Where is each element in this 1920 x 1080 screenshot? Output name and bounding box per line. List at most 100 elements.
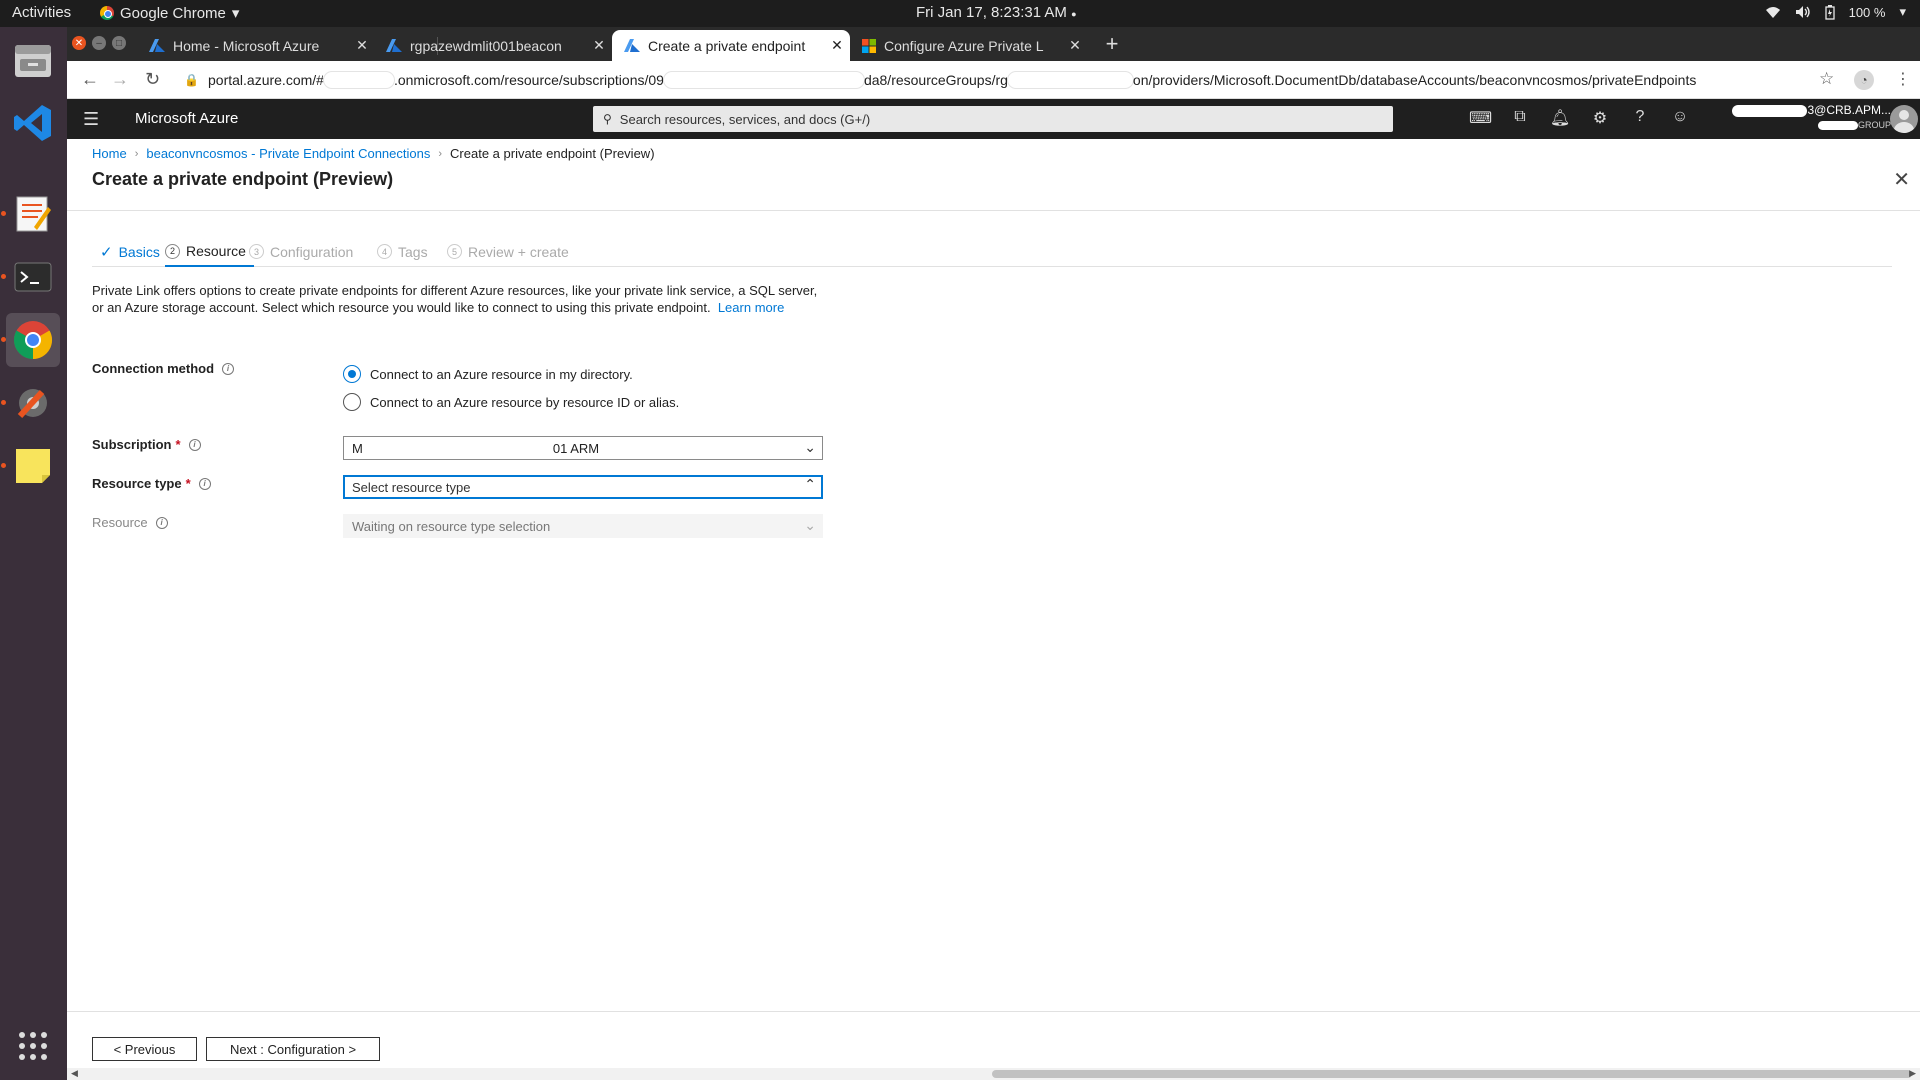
breadcrumb-private-endpoint-connections[interactable]: beaconvncosmos - Private Endpoint Connec… <box>146 146 430 161</box>
volume-icon <box>1795 6 1810 18</box>
terminal-icon <box>14 262 52 292</box>
info-icon[interactable]: i <box>155 516 168 529</box>
page-title: Create a private endpoint (Preview) <box>92 169 394 189</box>
terminal-app[interactable] <box>6 250 60 304</box>
system-clock[interactable]: Fri Jan 17, 8:23:31 AM ● <box>916 4 1077 21</box>
resource-type-label: Resource type * i <box>92 476 211 491</box>
info-icon[interactable]: i <box>188 438 201 451</box>
tab-resource[interactable]: 2 Resource <box>165 237 254 267</box>
system-tray[interactable]: 100 % ▾ <box>1765 4 1906 20</box>
directory-filter-icon[interactable]: ⧉ <box>1509 108 1531 126</box>
tab-configuration[interactable]: 3 Configuration <box>249 237 353 266</box>
azure-brand[interactable]: Microsoft Azure <box>135 110 238 127</box>
settings-gear-icon[interactable]: ⚙ <box>1589 108 1611 128</box>
back-arrow-icon[interactable]: ← <box>81 69 99 90</box>
hamburger-menu-icon[interactable]: ☰ <box>83 109 99 130</box>
tab-basics[interactable]: ✓ Basics <box>100 237 160 266</box>
tools-icon <box>17 389 47 419</box>
learn-more-link[interactable]: Learn more <box>718 300 784 315</box>
tab-strip: ✕ – □ Home - Microsoft Azure ✕ rgpazewdm… <box>67 27 1920 61</box>
notifications-bell-icon[interactable]: 🔔︎ <box>1549 108 1571 128</box>
breadcrumb-current: Create a private endpoint (Preview) <box>450 146 655 161</box>
help-icon[interactable]: ? <box>1629 108 1651 126</box>
divider <box>67 210 1920 211</box>
chrome-app[interactable] <box>6 313 60 367</box>
reload-icon[interactable]: ↻ <box>145 69 160 90</box>
settings-app[interactable] <box>6 376 60 430</box>
divider <box>67 1011 1920 1012</box>
scroll-left-icon[interactable]: ◀ <box>71 1068 78 1079</box>
wizard-steps: ✓ Basics 2 Resource 3 Configuration 4 Ta… <box>92 237 1892 267</box>
show-applications-button[interactable] <box>6 1019 60 1073</box>
close-tab-icon[interactable]: ✕ <box>824 37 850 54</box>
info-icon[interactable]: i <box>222 362 235 375</box>
redacted-region <box>1732 104 1808 117</box>
close-tab-icon[interactable]: ✕ <box>1062 37 1088 54</box>
tab-review-create[interactable]: 5 Review + create <box>447 237 569 266</box>
radio-azure-resource-by-id[interactable]: Connect to an Azure resource by resource… <box>343 393 679 411</box>
radio-azure-resource-in-directory[interactable]: Connect to an Azure resource in my direc… <box>343 365 633 383</box>
cloud-shell-icon[interactable]: ⌨ <box>1469 108 1492 128</box>
tab-tags[interactable]: 4 Tags <box>377 237 428 266</box>
chrome-icon <box>100 6 114 20</box>
breadcrumb: Home › beaconvncosmos - Private Endpoint… <box>92 146 655 161</box>
scrollbar-thumb[interactable] <box>992 1070 1912 1078</box>
resource-type-dropdown[interactable]: Select resource type ⌃ <box>343 475 823 499</box>
redacted-region <box>362 442 553 454</box>
previous-button[interactable]: < Previous <box>92 1037 197 1061</box>
feedback-smiley-icon[interactable]: ☺ <box>1669 108 1691 126</box>
menu-kebab-icon[interactable]: ⋮ <box>1895 69 1911 89</box>
text-editor-icon <box>16 196 51 232</box>
sticky-note-icon <box>16 449 50 483</box>
breadcrumb-home[interactable]: Home <box>92 146 127 161</box>
intro-description: Private Link offers options to create pr… <box>92 283 818 315</box>
account-name: 3@CRB.APM... <box>1807 103 1891 117</box>
next-configuration-button[interactable]: Next : Configuration > <box>206 1037 380 1061</box>
tab-resource-group[interactable]: rgpazewdmlit001beacon ✕ <box>374 30 612 61</box>
tab-home-microsoft-azure[interactable]: Home - Microsoft Azure ✕ <box>137 30 375 61</box>
tab-create-private-endpoint[interactable]: Create a private endpoint ✕ <box>612 30 850 61</box>
window-maximize-icon[interactable]: □ <box>112 36 126 50</box>
profile-avatar-icon[interactable]: ◔ <box>1854 70 1874 90</box>
app-menu[interactable]: Google Chrome ▾ <box>100 4 239 22</box>
battery-percent: 100 % <box>1848 4 1886 20</box>
vscode-app[interactable] <box>6 96 60 150</box>
blade-content: Home › beaconvncosmos - Private Endpoint… <box>67 139 1920 1080</box>
address-bar[interactable]: 🔒 portal.azure.com/# .onmicrosoft.com/re… <box>184 66 1834 94</box>
global-search[interactable]: ⚲ Search resources, services, and docs (… <box>593 106 1393 132</box>
close-tab-icon[interactable]: ✕ <box>586 37 612 54</box>
activities-button[interactable]: Activities <box>12 4 71 21</box>
info-icon[interactable]: i <box>198 477 211 490</box>
forward-arrow-icon[interactable]: → <box>111 69 129 90</box>
search-placeholder: Search resources, services, and docs (G+… <box>619 111 871 127</box>
tab-configure-azure-private-link[interactable]: Configure Azure Private L ✕ <box>850 30 1088 61</box>
window-minimize-icon[interactable]: – <box>92 36 106 50</box>
search-icon: ⚲ <box>603 112 612 126</box>
chrome-icon <box>13 321 53 360</box>
scroll-right-icon[interactable]: ▶ <box>1909 1068 1916 1079</box>
redacted-region <box>1007 72 1133 88</box>
azure-icon <box>149 38 165 52</box>
new-tab-button[interactable]: + <box>1097 30 1127 60</box>
text-editor-app[interactable] <box>6 187 60 241</box>
bookmark-star-icon[interactable]: ☆ <box>1819 69 1834 89</box>
radio-selected-icon <box>343 365 361 383</box>
chevron-right-icon: › <box>438 147 443 160</box>
sticky-notes-app[interactable] <box>6 439 60 493</box>
system-top-bar: Activities Google Chrome ▾ Fri Jan 17, 8… <box>0 0 1920 27</box>
close-tab-icon[interactable]: ✕ <box>349 37 375 54</box>
required-asterisk: * <box>185 476 191 491</box>
required-asterisk: * <box>175 437 181 452</box>
files-app[interactable] <box>6 33 60 87</box>
account-directory: GROUP <box>1857 120 1891 130</box>
user-avatar[interactable] <box>1890 105 1918 133</box>
close-icon[interactable]: ✕ <box>1893 167 1910 192</box>
battery-icon <box>1824 4 1835 20</box>
chevron-up-icon: ⌃ <box>804 476 816 492</box>
horizontal-scrollbar[interactable]: ◀ ▶ <box>67 1068 1920 1080</box>
account-menu[interactable]: 3@CRB.APM... GROUP <box>1719 103 1891 133</box>
window-close-icon[interactable]: ✕ <box>72 36 86 50</box>
subscription-dropdown[interactable]: M 01 ARM ⌄ <box>343 436 823 460</box>
azure-icon <box>386 38 402 52</box>
file-cabinet-icon <box>15 45 51 77</box>
